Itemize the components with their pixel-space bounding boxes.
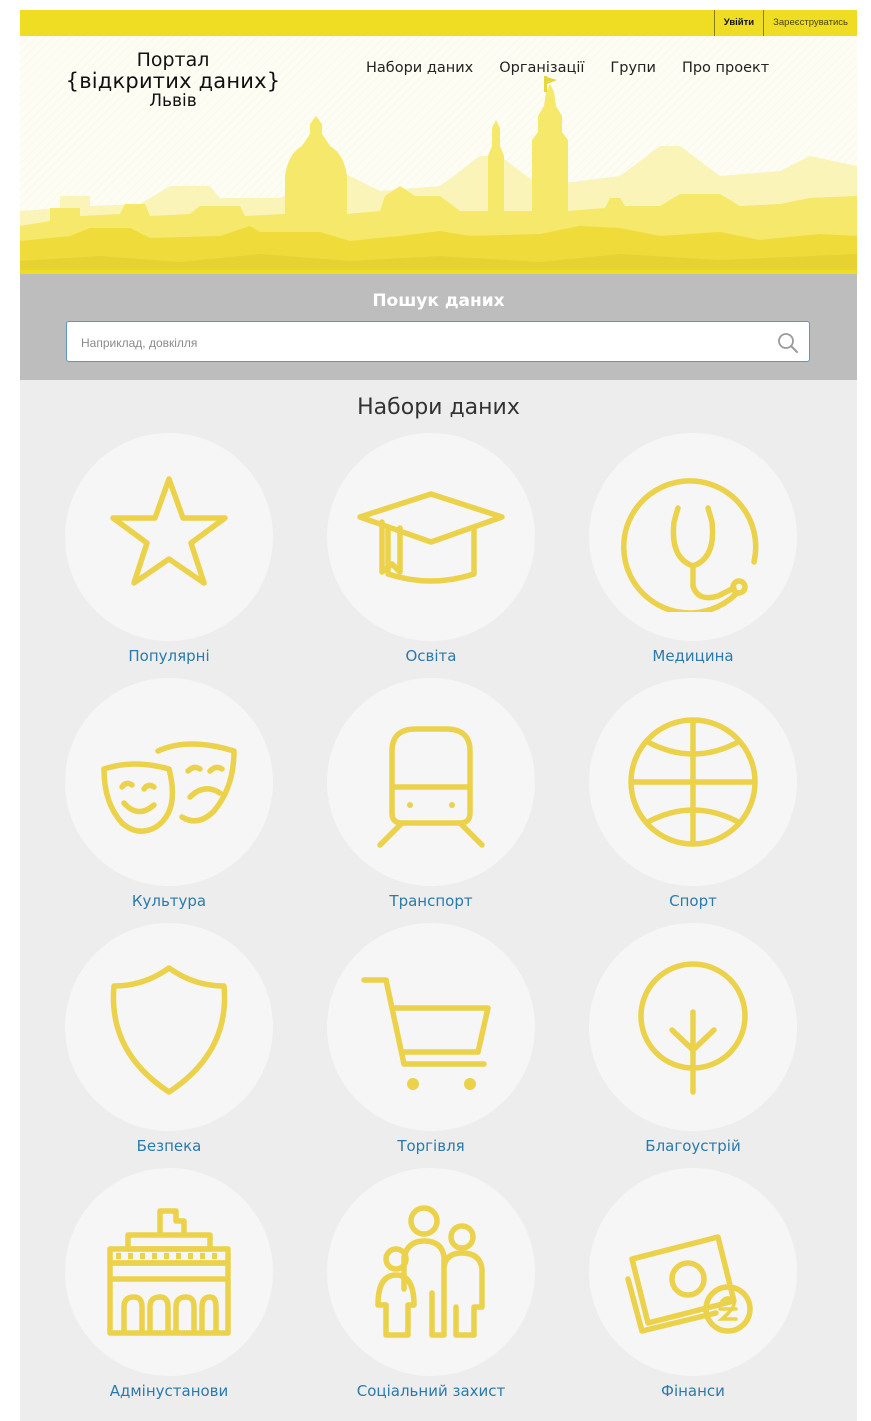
category-label: Благоустрій xyxy=(645,1137,741,1155)
shield-icon xyxy=(110,965,228,1095)
ball-icon xyxy=(628,717,758,847)
star-icon xyxy=(110,476,228,586)
category-circle xyxy=(65,923,273,1131)
category-circle xyxy=(589,678,797,886)
stethoscope-icon xyxy=(620,478,759,612)
shopping-cart-icon xyxy=(361,977,491,1090)
category-circle xyxy=(327,923,535,1131)
category-label: Освіта xyxy=(405,647,457,665)
category-label: Культура xyxy=(131,892,207,910)
category-label: Безпека xyxy=(136,1137,202,1155)
category-circle xyxy=(65,433,273,641)
family-icon xyxy=(375,1205,485,1338)
graduation-cap-icon xyxy=(357,491,505,584)
category-circle xyxy=(327,678,535,886)
money-icon xyxy=(625,1234,753,1334)
category-label: Популярні xyxy=(128,647,210,665)
category-label: Транспорт xyxy=(389,892,473,910)
category-label: Соціальний захист xyxy=(356,1382,506,1400)
category-label: Медицина xyxy=(652,647,734,665)
category-circle xyxy=(589,1168,797,1376)
category-circle xyxy=(589,923,797,1131)
category-circle xyxy=(65,1168,273,1376)
category-label: Торгівля xyxy=(397,1137,465,1155)
page: Увійти Зареєструватись Портал {відкритих… xyxy=(20,10,857,1421)
government-building-icon xyxy=(107,1208,231,1336)
tree-icon xyxy=(638,961,748,1095)
train-icon xyxy=(377,726,485,848)
theater-masks-icon xyxy=(101,741,237,834)
category-circle xyxy=(65,678,273,886)
category-circle xyxy=(327,433,535,641)
category-circle xyxy=(589,433,797,641)
category-label: Адмінустанови xyxy=(109,1382,229,1400)
category-circle xyxy=(327,1168,535,1376)
category-label: Фінанси xyxy=(661,1382,725,1400)
category-label: Спорт xyxy=(669,892,717,910)
category-grid: Популярні Освіта Медицина Культура Транс… xyxy=(20,10,857,1421)
